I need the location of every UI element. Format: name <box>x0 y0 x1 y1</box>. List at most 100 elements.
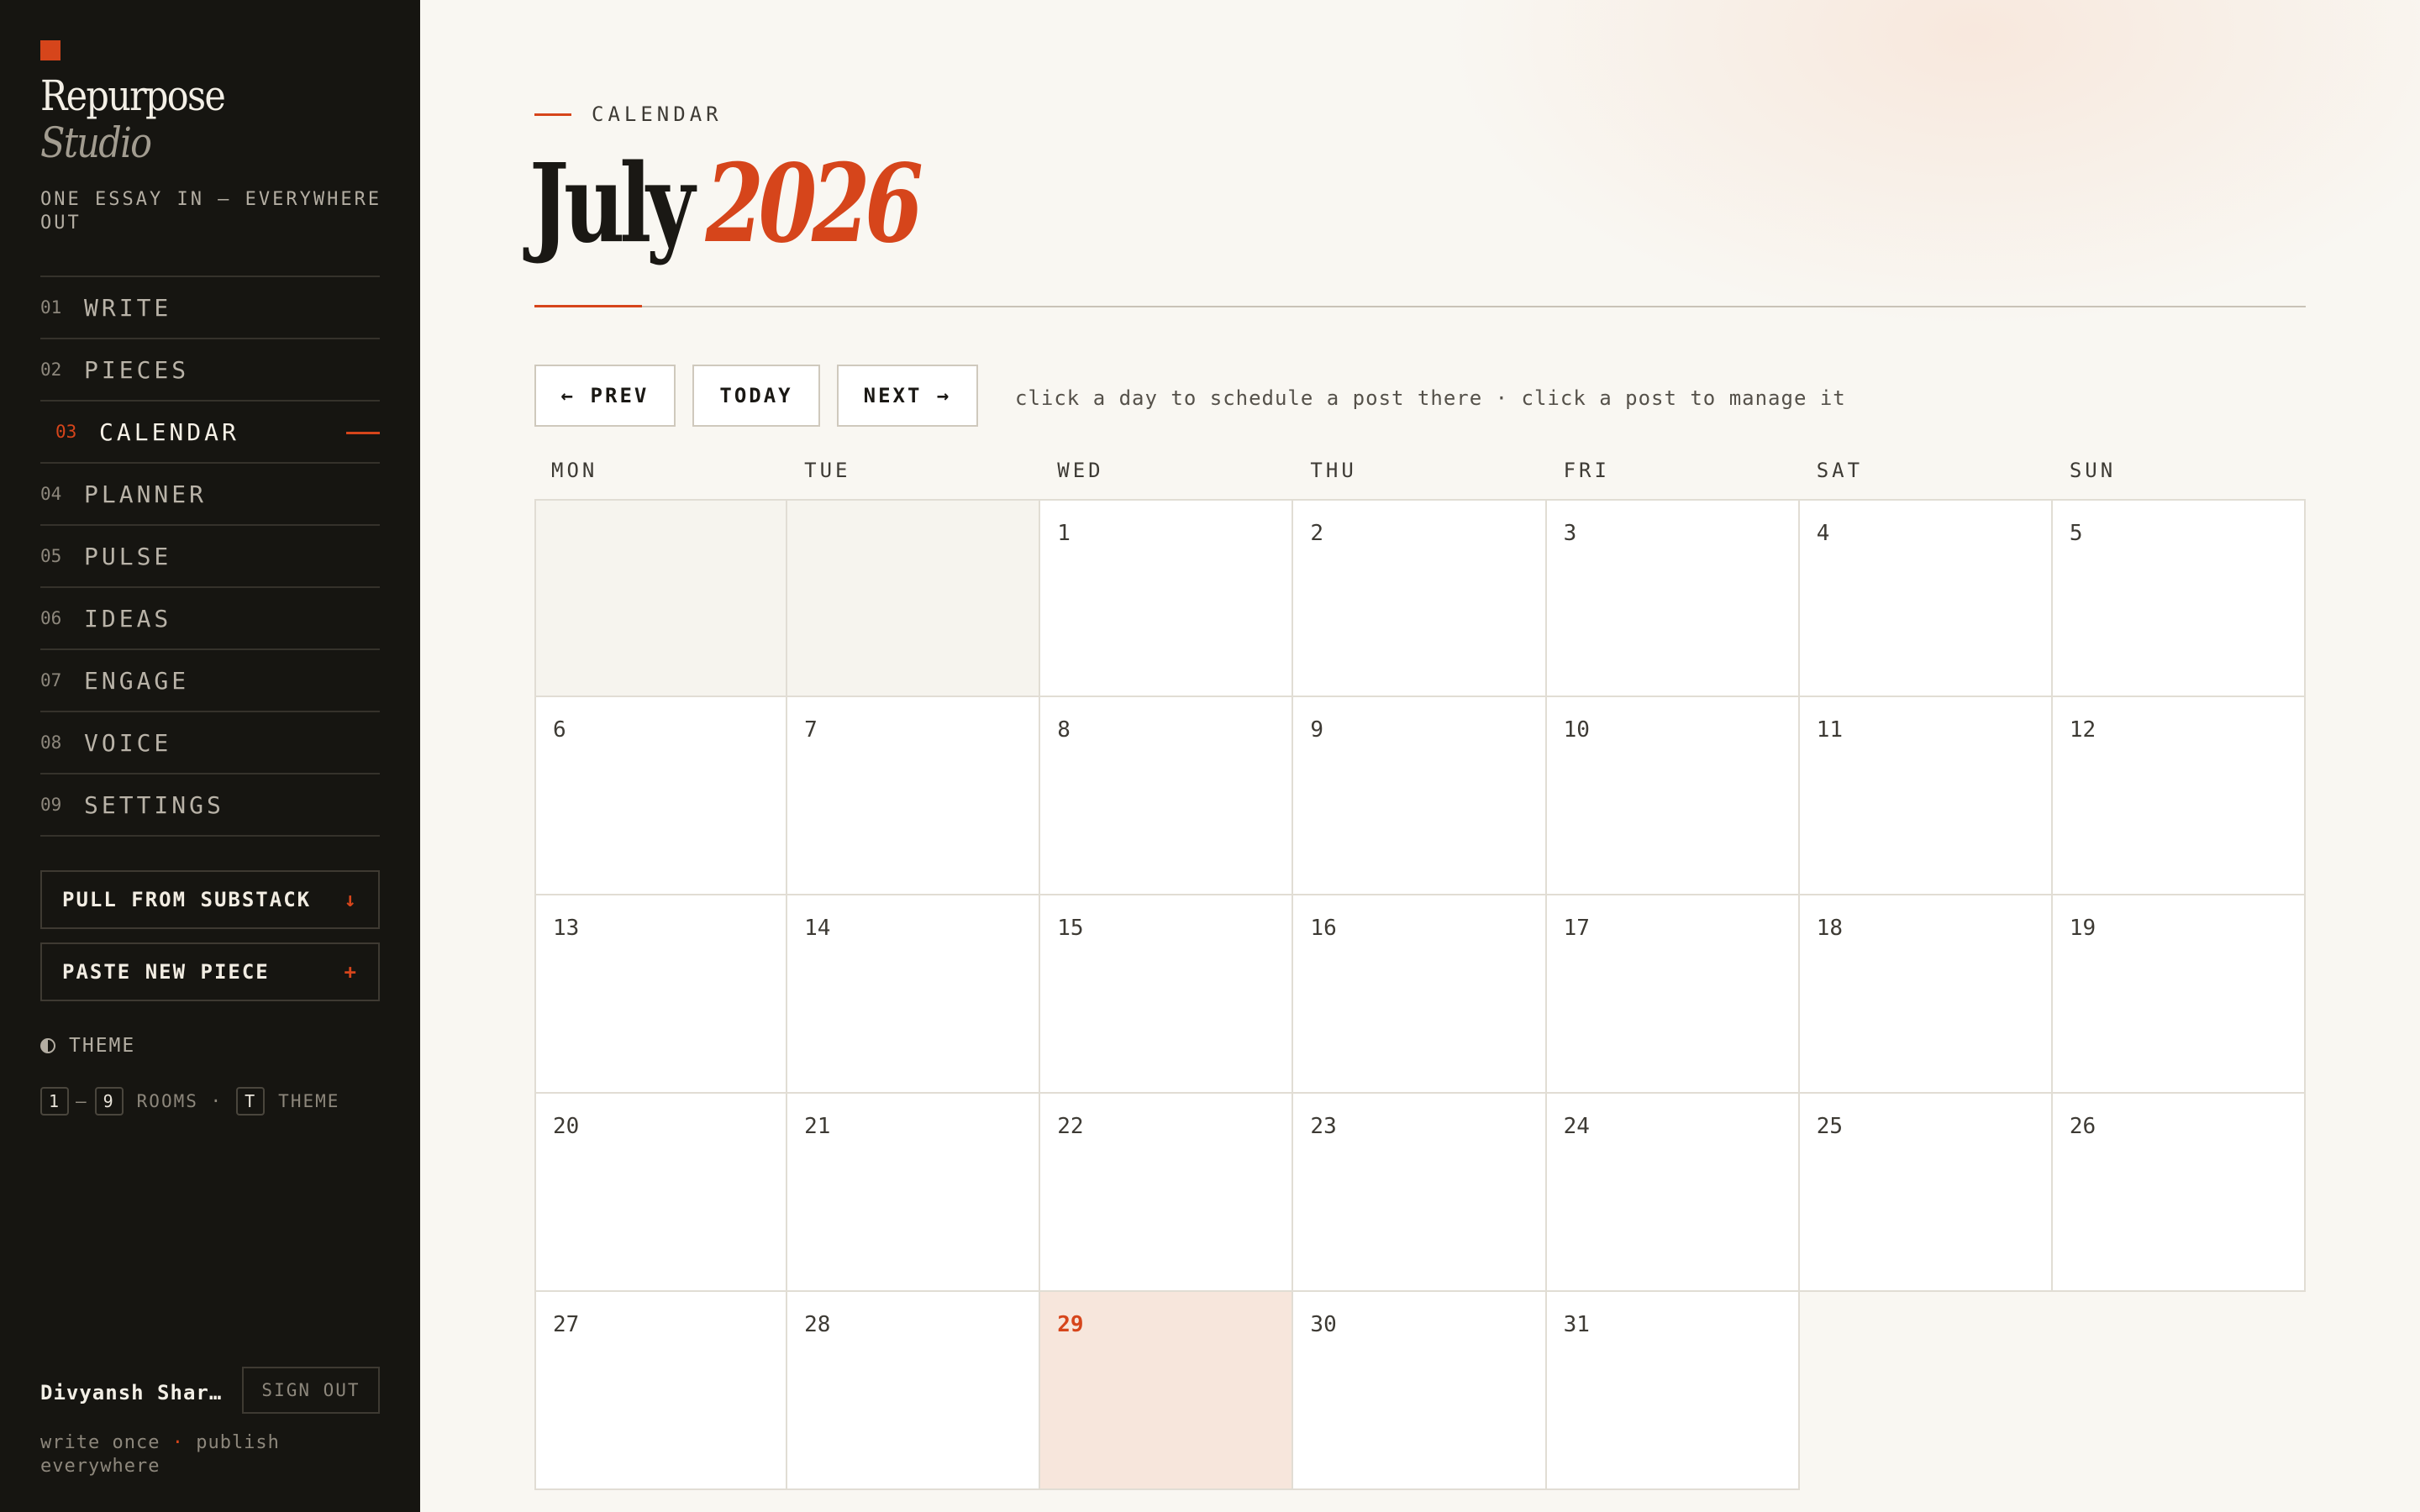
weekday-label: WED <box>1057 459 1104 482</box>
calendar-day[interactable]: 27 <box>534 1292 788 1490</box>
arrow-down-icon: ↓ <box>344 888 358 911</box>
day-number: 5 <box>2069 521 2083 546</box>
sidebar-item-label: PIECES <box>84 355 190 384</box>
calendar-day[interactable]: 7 <box>787 697 1041 895</box>
sign-out-button[interactable]: SIGN OUT <box>242 1367 380 1414</box>
day-number: 15 <box>1057 916 1084 941</box>
calendar-day[interactable]: 17 <box>1546 895 1800 1094</box>
calendar-day[interactable]: 26 <box>2052 1094 2306 1292</box>
calendar-day[interactable]: 24 <box>1546 1094 1800 1292</box>
weekday-label: THU <box>1310 459 1357 482</box>
calendar-void-cell <box>2053 1292 2306 1490</box>
sidebar-item-pieces[interactable]: 02 PIECES <box>40 339 380 402</box>
day-number: 8 <box>1057 717 1071 743</box>
day-number: 25 <box>1816 1114 1844 1139</box>
brand-subtitle: Studio <box>40 118 152 167</box>
calendar-day[interactable]: 18 <box>1799 895 2053 1094</box>
footer-dot: · <box>171 1432 184 1453</box>
calendar-day[interactable]: 12 <box>2052 697 2306 895</box>
day-number: 13 <box>553 916 580 941</box>
section-eyebrow: CALENDAR <box>534 102 723 126</box>
calendar-grid: 1 2 3 4 5 6 7 8 9 10 11 12 13 14 15 16 17 18 19 20 21 22 23 24 2… <box>534 499 2306 1490</box>
calendar-day[interactable]: 25 <box>1799 1094 2053 1292</box>
calendar-day[interactable]: 23 <box>1293 1094 1547 1292</box>
title-month: July <box>529 141 695 267</box>
theme-toggle[interactable]: THEME <box>40 1035 135 1057</box>
shortcut-rooms-label: ROOMS · <box>136 1091 224 1111</box>
next-month-button[interactable]: NEXT → <box>837 365 978 427</box>
brand-name: Repurpose <box>40 71 226 120</box>
prev-month-button[interactable]: ← PREV <box>534 365 676 427</box>
weekday-label: SUN <box>2069 459 2117 482</box>
day-number: 19 <box>2069 916 2096 941</box>
calendar-day[interactable]: 14 <box>787 895 1041 1094</box>
calendar-day[interactable]: 3 <box>1546 499 1800 697</box>
weekday-label: TUE <box>804 459 851 482</box>
sidebar-item-planner[interactable]: 04 PLANNER <box>40 464 380 526</box>
theme-toggle-label: THEME <box>69 1035 136 1057</box>
calendar-day[interactable]: 10 <box>1546 697 1800 895</box>
calendar-day[interactable]: 13 <box>534 895 788 1094</box>
calendar-day[interactable]: 19 <box>2052 895 2306 1094</box>
calendar-day[interactable]: 6 <box>534 697 788 895</box>
sidebar-item-settings[interactable]: 09 SETTINGS <box>40 774 380 837</box>
sidebar-item-label: ENGAGE <box>84 666 190 695</box>
calendar-void-cell <box>1800 1292 2053 1490</box>
sidebar-item-number: 09 <box>40 795 62 815</box>
calendar-day[interactable]: 1 <box>1040 499 1294 697</box>
half-circle-theme-icon <box>40 1038 55 1053</box>
paste-new-piece-label: PASTE NEW PIECE <box>62 960 270 984</box>
calendar-day[interactable]: 8 <box>1040 697 1294 895</box>
sidebar-item-voice[interactable]: 08 VOICE <box>40 712 380 774</box>
calendar-day[interactable]: 15 <box>1040 895 1294 1094</box>
day-number: 30 <box>1310 1312 1337 1337</box>
sidebar-item-number: 01 <box>40 297 62 318</box>
sidebar-item-ideas[interactable]: 06 IDEAS <box>40 588 380 650</box>
day-number: 12 <box>2069 717 2096 743</box>
plus-icon: + <box>344 960 358 984</box>
day-number: 27 <box>553 1312 580 1337</box>
weekday-label: MON <box>551 459 598 482</box>
brand-tagline: ONE ESSAY IN — EVERYWHERE OUT <box>40 189 382 234</box>
sidebar-item-pulse[interactable]: 05 PULSE <box>40 526 380 588</box>
shortcut-theme-label: THEME <box>278 1091 340 1111</box>
pull-from-substack-button[interactable]: PULL FROM SUBSTACK ↓ <box>40 870 380 929</box>
eyebrow-label: CALENDAR <box>592 102 723 126</box>
sidebar-item-label: VOICE <box>84 728 172 757</box>
today-button[interactable]: TODAY <box>692 365 820 427</box>
calendar-day[interactable]: 22 <box>1040 1094 1294 1292</box>
day-number: 2 <box>1310 521 1324 546</box>
calendar-day[interactable]: 5 <box>2052 499 2306 697</box>
sidebar-item-write[interactable]: 01 WRITE <box>40 277 380 339</box>
calendar-day[interactable]: 31 <box>1546 1292 1800 1490</box>
sidebar-item-label: IDEAS <box>84 604 172 633</box>
keyboard-shortcuts: 1 – 9 ROOMS · T THEME <box>40 1087 339 1116</box>
sidebar-item-number: 07 <box>40 670 62 690</box>
day-number: 6 <box>553 717 566 743</box>
calendar-day[interactable]: 21 <box>787 1094 1041 1292</box>
calendar-day[interactable]: 11 <box>1799 697 2053 895</box>
day-number: 17 <box>1563 916 1590 941</box>
calendar-day[interactable]: 16 <box>1293 895 1547 1094</box>
calendar-day[interactable]: 28 <box>787 1292 1041 1490</box>
sidebar-item-label: SETTINGS <box>84 790 224 819</box>
day-number: 22 <box>1057 1114 1084 1139</box>
calendar-empty-cell <box>787 499 1041 697</box>
day-number: 21 <box>804 1114 831 1139</box>
calendar-day[interactable]: 30 <box>1293 1292 1547 1490</box>
title-year: 2026 <box>705 141 923 267</box>
calendar-day[interactable]: 9 <box>1293 697 1547 895</box>
sidebar-item-engage[interactable]: 07 ENGAGE <box>40 650 380 712</box>
calendar-day[interactable]: 20 <box>534 1094 788 1292</box>
sidebar-item-calendar[interactable]: 03 CALENDAR <box>40 402 380 464</box>
paste-new-piece-button[interactable]: PASTE NEW PIECE + <box>40 942 380 1001</box>
pull-from-substack-label: PULL FROM SUBSTACK <box>62 888 312 911</box>
kbd-key: T <box>236 1087 266 1116</box>
page-title: July 2026 <box>529 141 923 267</box>
eyebrow-accent-line <box>534 113 571 116</box>
sidebar: Repurpose Studio ONE ESSAY IN — EVERYWHE… <box>0 0 420 1512</box>
sidebar-item-number: 03 <box>55 422 77 442</box>
calendar-day[interactable]: 2 <box>1293 499 1547 697</box>
calendar-day-today[interactable]: 29 <box>1040 1292 1294 1490</box>
calendar-day[interactable]: 4 <box>1799 499 2053 697</box>
